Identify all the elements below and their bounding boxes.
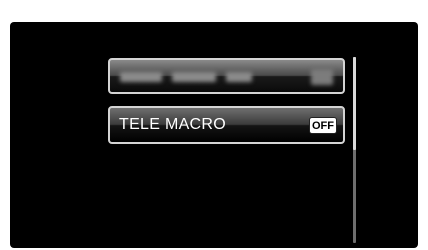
scrollbar[interactable] <box>353 57 356 243</box>
blurred-word <box>120 72 162 82</box>
scrollbar-thumb[interactable] <box>353 57 356 150</box>
blurred-label <box>120 72 252 82</box>
off-state-badge: OFF <box>309 117 337 134</box>
blurred-word <box>172 72 216 82</box>
menu-item-blurred[interactable] <box>108 58 345 94</box>
blurred-mode-icon <box>311 69 333 85</box>
menu-item-tele-macro[interactable]: TELE MACRO OFF <box>108 106 345 144</box>
camera-menu-screen: TELE MACRO OFF <box>10 22 418 248</box>
blurred-word <box>226 72 252 82</box>
tele-macro-label: TELE MACRO <box>119 116 227 133</box>
